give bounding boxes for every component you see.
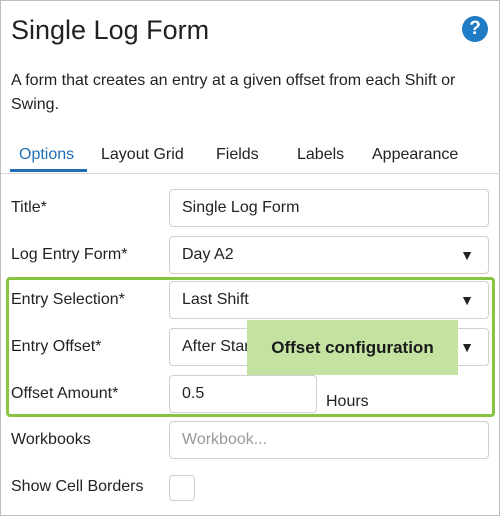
tab-options[interactable]: Options — [19, 146, 74, 164]
page-title: Single Log Form — [11, 15, 210, 45]
active-tab-indicator — [10, 169, 87, 172]
tab-bar: Options Layout Grid Fields Labels Appear… — [1, 141, 500, 173]
log-entry-form-value: Day A2 — [182, 246, 234, 263]
workbooks-label: Workbooks — [11, 431, 91, 448]
title-label: Title* — [11, 199, 47, 216]
options-panel: Single Log Form ? A form that creates an… — [0, 0, 500, 516]
chevron-down-icon: ▼ — [460, 247, 474, 263]
help-icon[interactable]: ? — [462, 16, 488, 42]
offset-callout: Offset configuration — [247, 320, 458, 375]
log-entry-form-label: Log Entry Form* — [11, 246, 128, 263]
show-cell-borders-label: Show Cell Borders — [11, 478, 144, 495]
workbooks-input[interactable]: Workbook... — [169, 421, 489, 459]
tab-labels[interactable]: Labels — [297, 146, 344, 164]
tab-layout-grid[interactable]: Layout Grid — [101, 146, 184, 164]
show-cell-borders-checkbox[interactable] — [169, 475, 195, 501]
log-entry-form-select[interactable]: Day A2 ▼ — [169, 236, 489, 274]
tab-appearance[interactable]: Appearance — [372, 146, 458, 164]
tab-divider — [1, 173, 500, 174]
tab-fields[interactable]: Fields — [216, 146, 259, 164]
title-input[interactable]: Single Log Form — [169, 189, 489, 227]
page-description: A form that creates an entry at a given … — [11, 72, 456, 113]
